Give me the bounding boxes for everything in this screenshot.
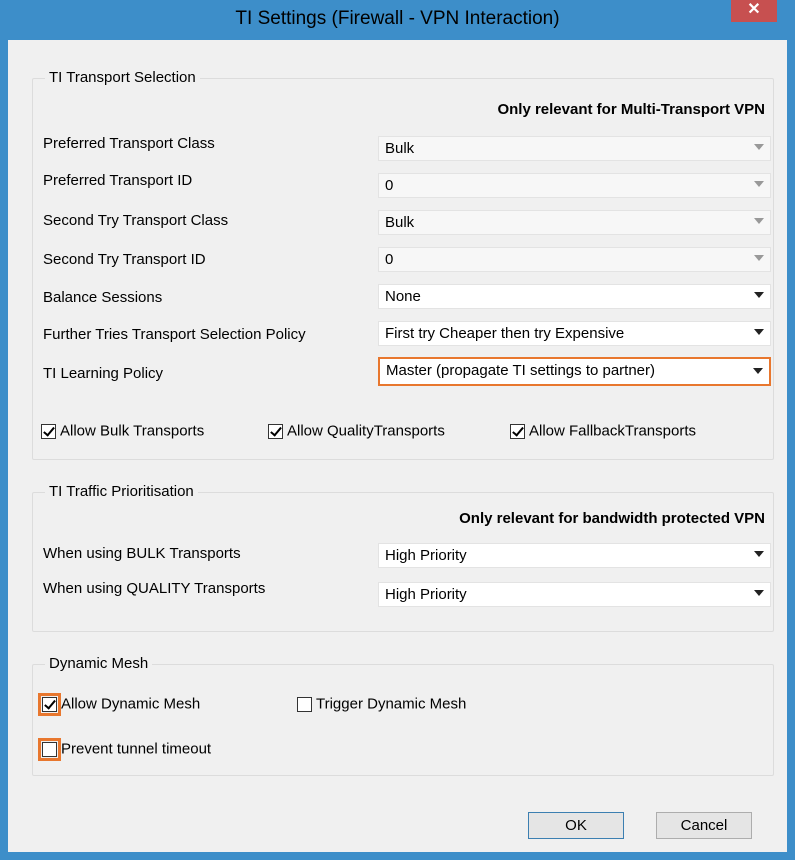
balance-sessions-select[interactable]: None bbox=[378, 284, 771, 309]
second-try-transport-id-label: Second Try Transport ID bbox=[43, 251, 206, 268]
preferred-transport-class-label: Preferred Transport Class bbox=[43, 135, 215, 152]
checkbox-unchecked-icon bbox=[38, 737, 61, 761]
preferred-transport-id-label: Preferred Transport ID bbox=[43, 172, 193, 189]
allow-dynamic-mesh-checkbox[interactable]: Allow Dynamic Mesh bbox=[38, 692, 201, 716]
chevron-down-icon bbox=[753, 368, 763, 374]
dynamic-mesh-legend: Dynamic Mesh bbox=[45, 655, 153, 672]
chevron-down-icon bbox=[754, 329, 764, 335]
title-bar[interactable]: TI Settings (Firewall - VPN Interaction)… bbox=[0, 0, 795, 40]
quality-transports-priority-select[interactable]: High Priority bbox=[378, 582, 771, 607]
ok-button[interactable]: OK bbox=[528, 812, 624, 839]
allow-quality-transports-label: Allow QualityTransports bbox=[287, 422, 445, 440]
second-try-transport-class-label: Second Try Transport Class bbox=[43, 212, 229, 229]
ti-learning-policy-label: TI Learning Policy bbox=[43, 365, 164, 382]
bulk-transports-priority-select[interactable]: High Priority bbox=[378, 543, 771, 568]
multi-transport-note: Only relevant for Multi-Transport VPN bbox=[497, 101, 765, 118]
allow-fallback-transports-label: Allow FallbackTransports bbox=[529, 422, 696, 440]
checkbox-checked-icon bbox=[268, 423, 283, 439]
prevent-tunnel-timeout-label: Prevent tunnel timeout bbox=[61, 740, 212, 758]
dialog-window: TI Settings (Firewall - VPN Interaction)… bbox=[0, 0, 795, 860]
chevron-down-icon bbox=[754, 255, 764, 261]
traffic-prioritisation-legend: TI Traffic Prioritisation bbox=[45, 483, 198, 500]
preferred-transport-class-value: Bulk bbox=[385, 140, 415, 157]
second-try-transport-id-select[interactable]: 0 bbox=[378, 247, 771, 272]
cancel-button[interactable]: Cancel bbox=[656, 812, 752, 839]
ti-learning-policy-select[interactable]: Master (propagate TI settings to partner… bbox=[378, 357, 771, 386]
balance-sessions-label: Balance Sessions bbox=[43, 289, 163, 306]
further-tries-policy-value: First try Cheaper then try Expensive bbox=[385, 325, 625, 342]
window-title: TI Settings (Firewall - VPN Interaction) bbox=[235, 8, 560, 29]
second-try-transport-class-value: Bulk bbox=[385, 214, 415, 231]
trigger-dynamic-mesh-checkbox[interactable]: Trigger Dynamic Mesh bbox=[297, 695, 466, 713]
further-tries-policy-select[interactable]: First try Cheaper then try Expensive bbox=[378, 321, 771, 346]
transport-selection-group: TI Transport Selection Only relevant for… bbox=[32, 69, 774, 460]
traffic-prioritisation-group: TI Traffic Prioritisation Only relevant … bbox=[32, 483, 774, 632]
bandwidth-protected-note: Only relevant for bandwidth protected VP… bbox=[459, 510, 765, 527]
second-try-transport-id-value: 0 bbox=[385, 251, 394, 268]
transport-selection-legend: TI Transport Selection bbox=[45, 69, 200, 86]
allow-quality-transports-checkbox[interactable]: Allow QualityTransports bbox=[268, 422, 445, 440]
chevron-down-icon bbox=[754, 218, 764, 224]
preferred-transport-class-select[interactable]: Bulk bbox=[378, 136, 771, 161]
chevron-down-icon bbox=[754, 181, 764, 187]
bulk-transports-priority-value: High Priority bbox=[385, 547, 467, 564]
further-tries-policy-label: Further Tries Transport Selection Policy bbox=[43, 326, 306, 343]
prevent-tunnel-timeout-checkbox[interactable]: Prevent tunnel timeout bbox=[38, 737, 212, 761]
checkbox-checked-icon bbox=[510, 423, 525, 439]
allow-bulk-transports-checkbox[interactable]: Allow Bulk Transports bbox=[41, 422, 204, 440]
chevron-down-icon bbox=[754, 144, 764, 150]
dynamic-mesh-group: Dynamic Mesh Allow Dynamic Mesh Trigger … bbox=[32, 655, 774, 776]
dialog-body: TI Transport Selection Only relevant for… bbox=[8, 40, 787, 852]
bulk-transports-priority-label: When using BULK Transports bbox=[43, 545, 241, 562]
close-button[interactable]: ✕ bbox=[731, 0, 777, 22]
preferred-transport-id-select[interactable]: 0 bbox=[378, 173, 771, 198]
allow-dynamic-mesh-label: Allow Dynamic Mesh bbox=[61, 695, 201, 713]
quality-transports-priority-label: When using QUALITY Transports bbox=[43, 580, 266, 597]
quality-transports-priority-value: High Priority bbox=[385, 586, 467, 603]
allow-fallback-transports-checkbox[interactable]: Allow FallbackTransports bbox=[510, 422, 696, 440]
preferred-transport-id-value: 0 bbox=[385, 177, 394, 194]
ti-learning-policy-value: Master (propagate TI settings to partner… bbox=[386, 362, 656, 379]
trigger-dynamic-mesh-label: Trigger Dynamic Mesh bbox=[316, 695, 467, 713]
second-try-transport-class-select[interactable]: Bulk bbox=[378, 210, 771, 235]
checkbox-checked-icon bbox=[41, 423, 56, 439]
chevron-down-icon bbox=[754, 551, 764, 557]
balance-sessions-value: None bbox=[385, 288, 421, 305]
allow-bulk-transports-label: Allow Bulk Transports bbox=[60, 422, 205, 440]
close-icon: ✕ bbox=[747, 1, 761, 18]
checkbox-unchecked-icon bbox=[297, 696, 312, 712]
chevron-down-icon bbox=[754, 292, 764, 298]
checkbox-checked-icon bbox=[38, 692, 61, 716]
chevron-down-icon bbox=[754, 590, 764, 596]
